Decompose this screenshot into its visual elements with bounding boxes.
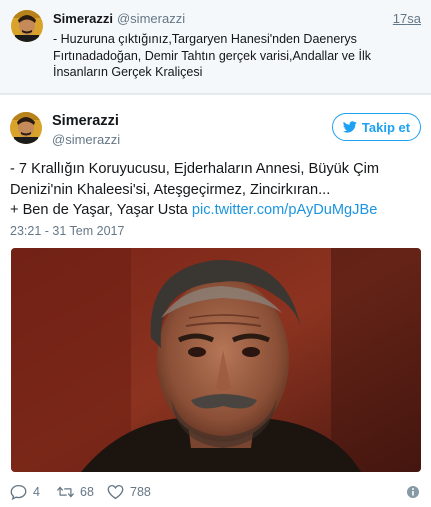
avatar[interactable] (10, 112, 42, 144)
tweet-text: - 7 Krallığın Koruyucusu, Ejderhaların A… (10, 159, 420, 221)
tweet-text-line: Denizi'nin Khaleesi'si, Ateşgeçirmez, Zi… (10, 181, 331, 198)
timestamp-number[interactable]: 17 (393, 11, 407, 26)
pic-link[interactable]: pic.twitter.com/pAyDuMgJBe (192, 202, 377, 218)
tweet-date[interactable]: 23:21 - 31 Tem 2017 (10, 224, 124, 238)
heart-icon (107, 484, 124, 500)
reply-icon (10, 484, 27, 500)
username[interactable]: @simerazzi (117, 11, 185, 26)
avatar[interactable] (11, 10, 43, 42)
context-tweet[interactable]: Simerazzi @simerazzi 17sa - Huzuruna çıkt… (0, 0, 431, 94)
tweet-permalink-page: Simerazzi @simerazzi 17sa - Huzuruna çıkt… (0, 0, 431, 507)
tweet-text-line: + Ben de Yaşar, Yaşar Usta (10, 202, 192, 218)
tweet-photo[interactable] (11, 248, 421, 472)
retweet-count: 68 (80, 485, 94, 499)
retweet-button[interactable]: 68 (57, 484, 94, 500)
like-count: 788 (130, 485, 151, 499)
context-tweet-text: - Huzuruna çıktığınız,Targaryen Hanesi'n… (53, 32, 371, 79)
reply-button[interactable]: 4 (10, 484, 40, 500)
timestamp-link[interactable]: 17sa (393, 11, 421, 26)
tweet-text-line-with-link: + Ben de Yaşar, Yaşar Usta pic.twitter.c… (10, 200, 420, 221)
username[interactable]: @simerazzi (52, 132, 120, 147)
display-name[interactable]: Simerazzi (53, 11, 113, 26)
follow-button-label: Takip et (361, 119, 411, 135)
display-name[interactable]: Simerazzi (52, 113, 119, 129)
retweet-icon (57, 486, 74, 498)
info-icon[interactable] (406, 485, 420, 499)
reply-count: 4 (33, 485, 40, 499)
timestamp-unit[interactable]: sa (407, 11, 421, 26)
tweet-actions: 4 68 788 (10, 484, 422, 504)
like-button[interactable]: 788 (107, 484, 151, 500)
context-tweet-header: Simerazzi @simerazzi (53, 11, 185, 26)
tweet-text-line: - 7 Krallığın Koruyucusu, Ejderhaların A… (10, 161, 380, 177)
follow-button[interactable]: Takip et (332, 113, 421, 141)
main-tweet: Simerazzi @simerazzi Takip et - 7 Krallı… (0, 95, 431, 507)
twitter-bird-icon (342, 121, 357, 133)
